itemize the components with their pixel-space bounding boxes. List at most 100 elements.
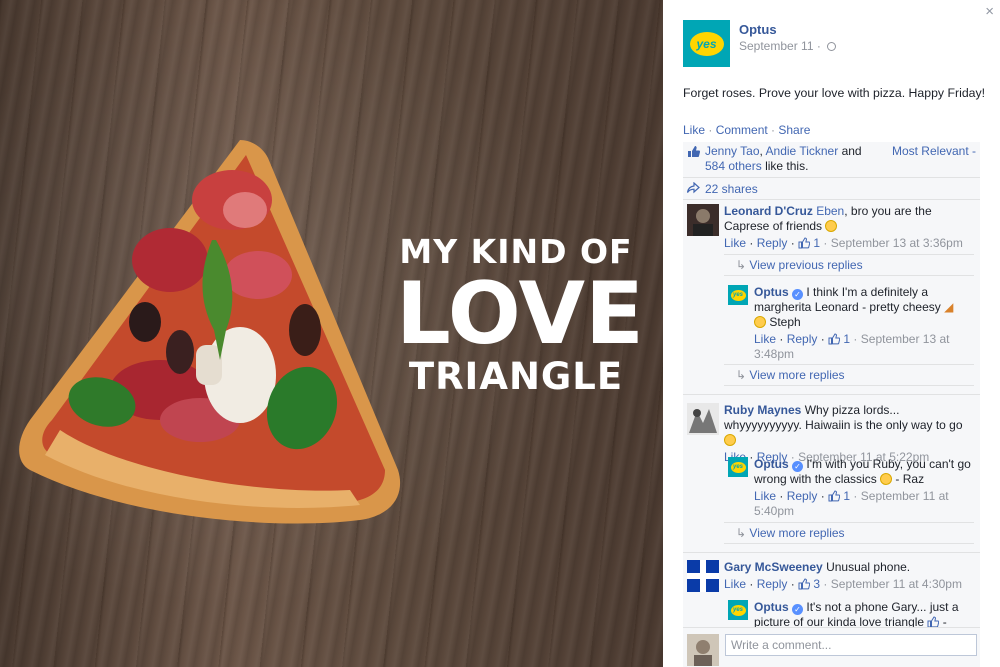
- write-comment-input[interactable]: [725, 634, 977, 656]
- optus-logo-icon: yes: [689, 31, 724, 56]
- comment-author[interactable]: Ruby Maynes: [724, 403, 801, 417]
- reply-timestamp[interactable]: September 13 at 3:48pm: [754, 332, 950, 361]
- comment-like-button[interactable]: Like: [724, 577, 746, 591]
- comment-like-button[interactable]: Like: [724, 236, 746, 250]
- comment-divider: [683, 552, 980, 553]
- liker-name-2[interactable]: Andie Tickner: [766, 144, 839, 158]
- reply-arrow-icon: ↳: [736, 526, 747, 540]
- likes-others-link[interactable]: 584 others: [705, 159, 762, 173]
- avatar[interactable]: [687, 403, 719, 435]
- reply-signature: - Raz: [895, 472, 925, 486]
- post-photo[interactable]: MY KIND OF LOVE TRIANGLE: [0, 0, 663, 667]
- optus-logo-icon: yes: [730, 604, 746, 616]
- likes-suffix: like this.: [765, 159, 809, 173]
- reply-avatar[interactable]: yes: [728, 600, 748, 620]
- feedback-area: Jenny Tao, Andie Tickner and 584 others …: [683, 142, 980, 667]
- share-arrow-icon: [687, 182, 700, 194]
- comment-reply-button[interactable]: Reply: [757, 236, 788, 250]
- verified-badge-icon: ✓: [792, 604, 804, 615]
- like-count-icon: [828, 490, 841, 502]
- likes-summary: Jenny Tao, Andie Tickner and 584 others …: [683, 142, 980, 178]
- reply-author[interactable]: Optus: [754, 600, 789, 614]
- reply-actions: Like · Reply · 1 · September 11 at 5:40p…: [754, 489, 949, 518]
- comment-actions: Like · Reply · 1 · September 13 at 3:36p…: [724, 236, 963, 250]
- comment-text: Unusual phone.: [826, 560, 911, 574]
- close-button[interactable]: ×: [985, 3, 994, 20]
- post-date-text[interactable]: September 11 ·: [739, 39, 821, 53]
- like-count-icon: [828, 333, 841, 345]
- comment-body: Leonard D'Cruz Eben, bro you are the Cap…: [724, 204, 976, 251]
- quebec-flag-icon: [687, 560, 719, 592]
- verified-badge-icon: ✓: [792, 289, 804, 300]
- reply-actions: Like · Reply · 1 · September 13 at 3:48p…: [754, 332, 950, 361]
- reply-signature: Steph: [769, 315, 801, 329]
- reply-body: Optus ✓ It's not a phone Gary... just a …: [754, 600, 972, 630]
- comment-button[interactable]: Comment: [716, 123, 768, 137]
- reply-avatar[interactable]: yes: [728, 457, 748, 477]
- reply-timestamp[interactable]: September 11 at 5:40pm: [754, 489, 949, 518]
- grin-emoji-icon: [880, 473, 893, 485]
- grin-emoji-icon: [754, 316, 766, 328]
- avatar[interactable]: [687, 560, 719, 592]
- post-date[interactable]: September 11 ·: [739, 39, 837, 53]
- like-count-icon: [798, 578, 811, 590]
- comment-timestamp[interactable]: September 11 at 4:30pm: [831, 577, 962, 591]
- view-more-replies[interactable]: ↳ View more replies: [724, 364, 974, 386]
- reply-like-count[interactable]: 1: [843, 332, 850, 346]
- reply-author[interactable]: Optus: [754, 457, 789, 471]
- view-more-replies-link[interactable]: View more replies: [749, 368, 844, 382]
- globe-icon: [827, 42, 837, 51]
- like-count-icon: [798, 237, 811, 249]
- post-side-panel: × yes Optus September 11 · Forget roses.…: [663, 0, 1000, 667]
- view-more-replies-link[interactable]: View more replies: [749, 526, 844, 540]
- action-separator: ·: [705, 123, 716, 137]
- profile-photo-icon: [689, 409, 717, 433]
- post-actions: Like · Comment · Share: [683, 123, 810, 137]
- view-more-replies[interactable]: ↳ View more replies: [724, 522, 974, 544]
- headline-line-3: TRIANGLE: [408, 355, 624, 398]
- thumbs-up-icon: [688, 146, 700, 157]
- reply-reply-button[interactable]: Reply: [787, 489, 818, 503]
- likes-and: and: [841, 144, 862, 158]
- profile-photo-icon: [694, 640, 712, 666]
- reply-avatar[interactable]: yes: [728, 285, 748, 305]
- photo-headline: MY KIND OF LOVE TRIANGLE: [396, 232, 644, 398]
- like-button[interactable]: Like: [683, 123, 705, 137]
- reply-like-count[interactable]: 1: [843, 489, 850, 503]
- avatar[interactable]: [687, 204, 719, 236]
- reply-like-button[interactable]: Like: [754, 489, 776, 503]
- comment-composer: [683, 627, 980, 667]
- optus-logo-icon: yes: [730, 289, 746, 301]
- comment-author[interactable]: Leonard D'Cruz: [724, 204, 813, 218]
- optus-logo-icon: yes: [730, 461, 746, 473]
- comment-like-count[interactable]: 3: [813, 577, 820, 591]
- reply-like-button[interactable]: Like: [754, 332, 776, 346]
- liker-name-1[interactable]: Jenny Tao: [705, 144, 760, 158]
- reply-body: Optus ✓ I'm with you Ruby, you can't go …: [754, 457, 972, 519]
- comment-actions: Like · Reply · 3 · September 11 at 4:30p…: [724, 577, 962, 591]
- headline-line-2: LOVE: [396, 264, 644, 364]
- tagged-name[interactable]: Eben: [816, 204, 844, 218]
- share-button[interactable]: Share: [778, 123, 810, 137]
- comment-author[interactable]: Gary McSweeney: [724, 560, 823, 574]
- comment-timestamp[interactable]: September 13 at 3:36pm: [831, 236, 963, 250]
- wink-emoji-icon: [724, 434, 736, 446]
- comment-like-count[interactable]: 1: [813, 236, 820, 250]
- smile-emoji-icon: [825, 220, 838, 232]
- sort-comments-dropdown[interactable]: Most Relevant -: [892, 144, 976, 159]
- post-message: Forget roses. Prove your love with pizza…: [683, 86, 986, 100]
- shares-summary: 22 shares: [683, 178, 980, 200]
- reply-body: Optus ✓ I think I'm a definitely a margh…: [754, 285, 972, 362]
- view-previous-replies-link[interactable]: View previous replies: [749, 258, 862, 272]
- reply-arrow-icon: ↳: [736, 368, 747, 382]
- current-user-avatar[interactable]: [687, 634, 719, 666]
- verified-badge-icon: ✓: [792, 461, 804, 472]
- comment-reply-button[interactable]: Reply: [757, 577, 788, 591]
- shares-link[interactable]: 22 shares: [705, 182, 758, 196]
- page-avatar[interactable]: yes: [683, 20, 730, 67]
- reply-author[interactable]: Optus: [754, 285, 789, 299]
- view-previous-replies[interactable]: ↳ View previous replies: [724, 254, 974, 276]
- page-name-link[interactable]: Optus: [739, 22, 777, 37]
- reply-reply-button[interactable]: Reply: [787, 332, 818, 346]
- profile-photo-icon: [693, 209, 713, 236]
